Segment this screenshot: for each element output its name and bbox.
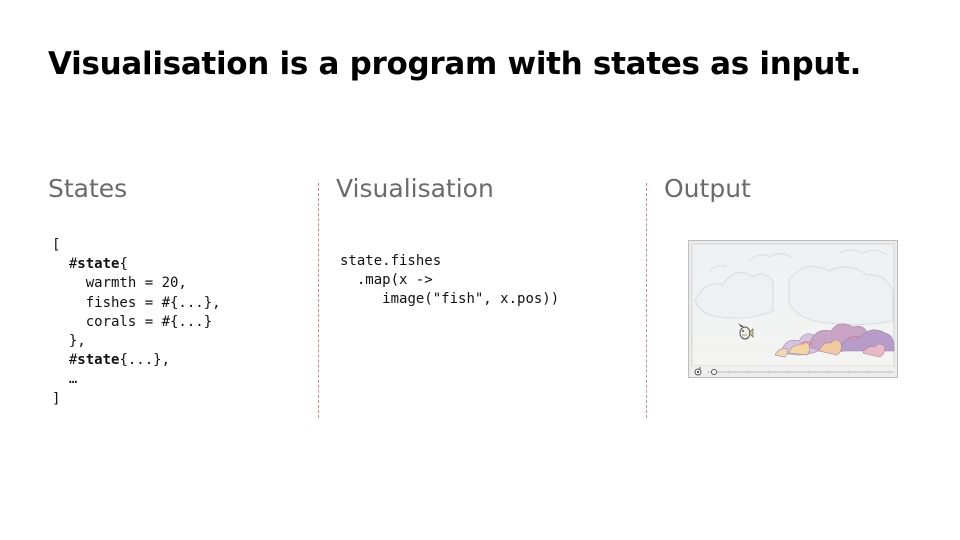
visualisation-code-block: state.fishes .map(x -> image("fish", x.p… — [340, 252, 559, 310]
state-open-brace: { — [119, 256, 128, 273]
states-code-block: [ #state{ warmth = 20, fishes = #{...}, … — [52, 236, 221, 409]
visualisation-code-line-1: state.fishes — [340, 253, 442, 269]
aquarium-illustration — [691, 243, 895, 376]
visualisation-code-line-2: .map(x -> — [356, 272, 433, 289]
states-heading: States — [48, 174, 128, 203]
states-ellipsis: … — [68, 371, 78, 388]
state2-keyword: state — [77, 352, 120, 369]
states-open-bracket: [ — [52, 237, 61, 253]
state-keyword: state — [77, 256, 120, 273]
corals-line: corals = #{...} — [85, 313, 213, 330]
states-close-bracket: ] — [52, 390, 61, 407]
visualisation-code-line-3: image("fish", x.pos)) — [382, 291, 560, 308]
timeline-handle — [711, 369, 717, 375]
output-preview — [688, 240, 898, 378]
slide-title: Visualisation is a program with states a… — [48, 46, 862, 82]
column-divider-left — [318, 183, 319, 418]
column-divider-right — [646, 183, 647, 418]
output-heading: Output — [664, 174, 751, 203]
state2-rest: {...}, — [119, 352, 171, 369]
state-close-brace: }, — [68, 333, 86, 350]
fishes-line: fishes = #{...}, — [85, 294, 221, 311]
warmth-line: warmth = 20, — [85, 275, 187, 292]
visualisation-heading: Visualisation — [336, 174, 494, 203]
playback-bar — [692, 366, 894, 374]
